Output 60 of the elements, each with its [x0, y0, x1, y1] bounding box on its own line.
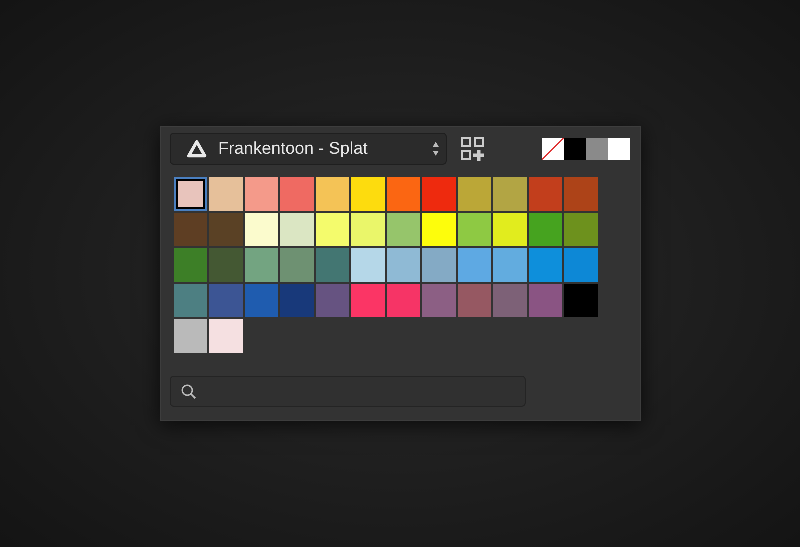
color-swatch[interactable] [209, 319, 242, 352]
color-swatch[interactable] [316, 284, 349, 317]
color-swatch[interactable] [280, 212, 314, 246]
color-swatch[interactable] [493, 284, 526, 317]
color-swatch[interactable] [458, 284, 491, 317]
color-swatch[interactable] [586, 138, 608, 160]
color-swatch[interactable] [493, 212, 526, 246]
color-swatch[interactable] [458, 212, 491, 246]
color-swatch[interactable] [351, 248, 384, 282]
color-swatch[interactable] [422, 284, 456, 317]
color-swatch[interactable] [280, 248, 314, 282]
color-swatch[interactable] [174, 212, 207, 246]
color-swatch[interactable] [174, 248, 207, 282]
color-swatch[interactable] [280, 284, 314, 317]
color-swatch[interactable] [244, 248, 278, 282]
palette-dropdown[interactable]: Frankentoon - Splat [170, 133, 446, 165]
add-grid-icon[interactable] [460, 136, 486, 162]
color-swatch[interactable] [174, 177, 207, 210]
color-swatch[interactable] [316, 177, 349, 210]
color-swatch[interactable] [564, 138, 586, 160]
color-swatch[interactable] [528, 177, 562, 210]
color-swatch[interactable] [244, 177, 278, 210]
color-swatch[interactable] [528, 212, 562, 246]
color-swatch[interactable] [244, 284, 278, 317]
color-swatch[interactable] [422, 248, 456, 282]
color-swatch[interactable] [564, 212, 598, 246]
color-swatch[interactable] [244, 212, 278, 246]
color-swatch[interactable] [564, 177, 598, 210]
color-swatch[interactable] [386, 212, 420, 246]
search-icon [180, 384, 196, 400]
no-color-swatch[interactable] [542, 138, 564, 160]
color-swatch[interactable] [386, 248, 420, 282]
color-swatch[interactable] [351, 212, 384, 246]
color-swatch[interactable] [528, 248, 562, 282]
color-swatch[interactable] [316, 248, 349, 282]
color-swatch[interactable] [174, 284, 207, 317]
color-swatch[interactable] [564, 284, 598, 317]
color-swatch[interactable] [608, 138, 630, 160]
color-swatch[interactable] [458, 177, 491, 210]
color-swatch[interactable] [351, 284, 384, 317]
triangle-logo-icon [186, 140, 206, 158]
color-swatch[interactable] [386, 284, 420, 317]
color-swatch[interactable] [280, 177, 314, 210]
color-swatch[interactable] [316, 212, 349, 246]
color-swatch[interactable] [351, 177, 384, 210]
color-swatch[interactable] [458, 248, 491, 282]
stepper-arrows-icon [432, 140, 440, 158]
color-swatch[interactable] [422, 177, 456, 210]
color-swatch[interactable] [422, 212, 456, 246]
color-swatch[interactable] [564, 248, 598, 282]
color-swatch[interactable] [174, 319, 207, 352]
color-swatch[interactable] [493, 248, 526, 282]
color-swatch[interactable] [528, 284, 562, 317]
color-swatch[interactable] [209, 177, 242, 210]
color-swatch[interactable] [209, 284, 242, 317]
search-field[interactable] [170, 376, 526, 407]
color-swatch[interactable] [209, 248, 242, 282]
color-swatch[interactable] [209, 212, 242, 246]
color-swatch[interactable] [493, 177, 526, 210]
color-swatch[interactable] [386, 177, 420, 210]
